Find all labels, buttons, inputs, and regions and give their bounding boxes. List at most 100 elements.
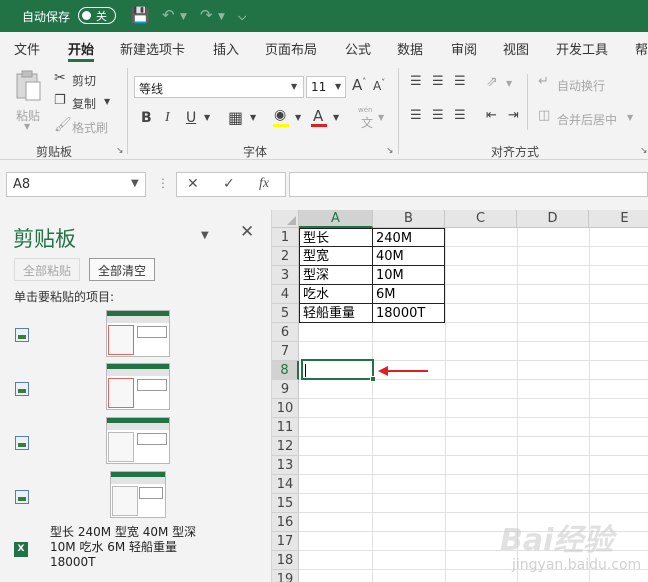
copy-dropdown-icon[interactable]: ▼ bbox=[104, 97, 110, 106]
cell-a4[interactable]: 吃水 bbox=[299, 285, 373, 304]
fill-color-dropdown-icon[interactable]: ▼ bbox=[295, 113, 301, 122]
tab-developer[interactable]: 开发工具 bbox=[556, 39, 608, 58]
row-header-14[interactable]: 14 bbox=[272, 475, 299, 494]
align-left-icon[interactable]: ☰ bbox=[410, 108, 422, 123]
cell-a2[interactable]: 型宽 bbox=[299, 247, 373, 266]
phonetic-button[interactable]: 文 bbox=[361, 114, 373, 131]
italic-button[interactable]: I bbox=[165, 110, 170, 126]
increase-indent-icon[interactable]: ⇥ bbox=[508, 108, 519, 123]
row-header-18[interactable]: 18 bbox=[272, 551, 299, 570]
row-header-16[interactable]: 16 bbox=[272, 513, 299, 532]
row-header-13[interactable]: 13 bbox=[272, 456, 299, 475]
save-icon[interactable]: 💾 bbox=[131, 6, 150, 24]
row-header-2[interactable]: 2 bbox=[272, 247, 299, 266]
cell-a5[interactable]: 轻船重量 bbox=[299, 304, 373, 323]
clipboard-item-4[interactable] bbox=[110, 471, 166, 518]
decrease-font-icon[interactable]: A˅ bbox=[373, 78, 385, 93]
font-size-select[interactable]: 11 ▼ bbox=[306, 76, 346, 98]
border-dropdown-icon[interactable]: ▼ bbox=[250, 113, 256, 122]
name-box-dropdown-icon[interactable]: ▼ bbox=[131, 178, 139, 189]
tab-review[interactable]: 审阅 bbox=[451, 39, 477, 58]
column-header-a[interactable]: A bbox=[299, 210, 373, 228]
align-middle-icon[interactable]: ☰ bbox=[432, 74, 444, 89]
wrap-text-button[interactable]: 自动换行 bbox=[557, 77, 605, 94]
row-header-9[interactable]: 9 bbox=[272, 380, 299, 399]
cut-icon[interactable]: ✂ bbox=[54, 70, 66, 86]
cell-b3[interactable]: 10M bbox=[373, 266, 445, 285]
copy-icon[interactable]: ❐ bbox=[54, 93, 66, 108]
row-header-8[interactable]: 8 bbox=[272, 361, 299, 380]
insert-function-icon[interactable]: fx bbox=[259, 176, 269, 192]
tab-formulas[interactable]: 公式 bbox=[345, 39, 371, 58]
row-header-4[interactable]: 4 bbox=[272, 285, 299, 304]
column-header-e[interactable]: E bbox=[589, 210, 648, 228]
fill-color-icon[interactable]: ◉ bbox=[274, 107, 286, 123]
cell-b5[interactable]: 18000T bbox=[373, 304, 445, 323]
row-header-17[interactable]: 17 bbox=[272, 532, 299, 551]
clear-all-button[interactable]: 全部清空 bbox=[89, 258, 156, 281]
name-box[interactable]: A8 ▼ bbox=[6, 172, 146, 197]
bold-button[interactable]: B bbox=[141, 110, 152, 126]
column-header-d[interactable]: D bbox=[517, 210, 589, 228]
row-header-7[interactable]: 7 bbox=[272, 342, 299, 361]
row-header-1[interactable]: 1 bbox=[272, 228, 299, 247]
tab-new[interactable]: 新建选项卡 bbox=[120, 39, 185, 58]
cut-button[interactable]: 剪切 bbox=[72, 72, 96, 89]
row-header-12[interactable]: 12 bbox=[272, 437, 299, 456]
underline-button[interactable]: U bbox=[186, 110, 196, 126]
font-name-select[interactable]: 等线 ▼ bbox=[134, 76, 304, 98]
align-top-icon[interactable]: ☰ bbox=[410, 74, 422, 89]
row-header-15[interactable]: 15 bbox=[272, 494, 299, 513]
row-header-6[interactable]: 6 bbox=[272, 323, 299, 342]
decrease-indent-icon[interactable]: ⇤ bbox=[486, 108, 497, 123]
tab-help[interactable]: 帮 bbox=[635, 39, 648, 58]
paste-button[interactable]: 粘贴 ▼ bbox=[12, 70, 46, 131]
merge-center-icon[interactable]: ◫ bbox=[538, 108, 550, 123]
tab-data[interactable]: 数据 bbox=[397, 39, 423, 58]
clipboard-item-1[interactable] bbox=[106, 310, 170, 357]
customize-toolbar-icon[interactable]: ⌵ bbox=[238, 10, 246, 24]
row-header-11[interactable]: 11 bbox=[272, 418, 299, 437]
font-color-icon[interactable]: A bbox=[313, 107, 323, 125]
clipboard-item-text[interactable]: 型长 240M 型宽 40M 型深 10M 吃水 6M 轻船重量 18000T bbox=[50, 525, 210, 570]
tab-page-layout[interactable]: 页面布局 bbox=[265, 39, 317, 58]
enter-icon[interactable]: ✓ bbox=[223, 176, 235, 192]
pane-options-icon[interactable]: ▼ bbox=[201, 230, 209, 241]
clipboard-launcher-icon[interactable]: ↘ bbox=[116, 146, 124, 156]
border-icon[interactable]: ▦ bbox=[228, 108, 243, 127]
format-painter-icon[interactable]: 🖌 bbox=[54, 117, 72, 133]
clipboard-item-2[interactable] bbox=[106, 363, 170, 410]
cell-b2[interactable]: 40M bbox=[373, 247, 445, 266]
cell-b1[interactable]: 240M bbox=[373, 228, 445, 247]
column-header-c[interactable]: C bbox=[445, 210, 517, 228]
wrap-text-icon[interactable]: ↵ bbox=[538, 74, 549, 89]
close-icon[interactable]: ✕ bbox=[240, 222, 254, 242]
redo-icon[interactable]: ↷ bbox=[200, 6, 213, 24]
clipboard-item-3[interactable] bbox=[106, 417, 170, 464]
row-header-3[interactable]: 3 bbox=[272, 266, 299, 285]
cell-b4[interactable]: 6M bbox=[373, 285, 445, 304]
cancel-icon[interactable]: ✕ bbox=[187, 176, 199, 192]
orientation-icon[interactable]: ⇗ bbox=[486, 74, 498, 90]
row-header-19[interactable]: 19 bbox=[272, 570, 299, 582]
undo-icon[interactable]: ↶ bbox=[162, 6, 175, 24]
orientation-dropdown-icon[interactable]: ▼ bbox=[506, 79, 512, 88]
autosave-toggle[interactable]: 关 bbox=[78, 7, 116, 24]
underline-dropdown-icon[interactable]: ▼ bbox=[204, 113, 210, 122]
cell-a1[interactable]: 型长 bbox=[299, 228, 373, 247]
font-color-dropdown-icon[interactable]: ▼ bbox=[333, 113, 339, 122]
select-all-button[interactable] bbox=[272, 210, 299, 228]
tab-home[interactable]: 开始 bbox=[68, 39, 94, 58]
fill-handle[interactable] bbox=[370, 376, 376, 382]
active-cell-a8[interactable] bbox=[301, 359, 376, 382]
merge-center-button[interactable]: 合并后居中 bbox=[557, 111, 617, 128]
merge-dropdown-icon[interactable]: ▼ bbox=[627, 113, 633, 122]
font-launcher-icon[interactable]: ↘ bbox=[386, 146, 394, 156]
formula-input[interactable] bbox=[289, 172, 648, 197]
align-bottom-icon[interactable]: ☰ bbox=[454, 74, 466, 89]
phonetic-dropdown-icon[interactable]: ▼ bbox=[378, 113, 384, 122]
row-header-5[interactable]: 5 bbox=[272, 304, 299, 323]
column-header-b[interactable]: B bbox=[373, 210, 445, 228]
undo-dropdown-icon[interactable]: ▼ bbox=[180, 12, 187, 22]
tab-insert[interactable]: 插入 bbox=[213, 39, 239, 58]
